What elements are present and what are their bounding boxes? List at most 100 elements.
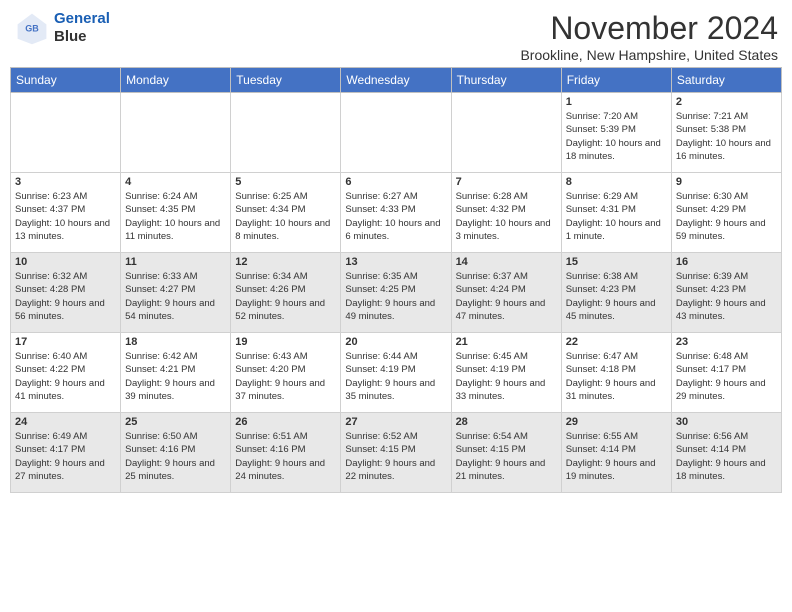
day-number: 9	[676, 176, 777, 188]
day-number: 28	[456, 416, 557, 428]
day-number: 27	[345, 416, 446, 428]
day-info: Sunrise: 6:27 AM Sunset: 4:33 PM Dayligh…	[345, 190, 446, 243]
day-number: 26	[235, 416, 336, 428]
week-row-2: 3Sunrise: 6:23 AM Sunset: 4:37 PM Daylig…	[11, 173, 782, 253]
day-cell-19: 19Sunrise: 6:43 AM Sunset: 4:20 PM Dayli…	[231, 333, 341, 413]
day-cell-17: 17 Sunrise: 6:40 AM Sunset: 4:22 PM Dayli…	[11, 333, 121, 413]
day-info: Sunrise: 6:55 AM Sunset: 4:14 PM Dayligh…	[566, 430, 667, 483]
day-cell-29: 29 Sunrise: 6:55 AM Sunset: 4:14 PM Dayli…	[561, 413, 671, 493]
day-cell-12: 12 Sunrise: 6:34 AM Sunset: 4:26 PM Dayli…	[231, 253, 341, 333]
empty-cell	[231, 93, 341, 173]
day-info: Sunrise: 7:20 AM Sunset: 5:39 PM Dayligh…	[566, 110, 667, 163]
title-block: November 2024 Brookline, New Hampshire, …	[520, 10, 778, 63]
day-info: Sunrise: 6:24 AM Sunset: 4:35 PM Dayligh…	[125, 190, 226, 243]
day-info: Sunrise: 6:50 AM Sunset: 4:16 PM Dayligh…	[125, 430, 226, 483]
day-cell-27: 27 Sunrise: 6:52 AM Sunset: 4:15 PM Dayli…	[341, 413, 451, 493]
logo-icon: GB	[14, 10, 50, 46]
empty-cell	[11, 93, 121, 173]
day-cell-9: 9 Sunrise: 6:30 AM Sunset: 4:29 PM Daylig…	[671, 173, 781, 253]
empty-cell	[341, 93, 451, 173]
header-row: SundayMondayTuesdayWednesdayThursdayFrid…	[11, 68, 782, 93]
day-info: Sunrise: 6:29 AM Sunset: 4:31 PM Dayligh…	[566, 190, 667, 243]
day-header-monday: Monday	[121, 68, 231, 93]
day-number: 22	[566, 336, 667, 348]
day-number: 7	[456, 176, 557, 188]
day-number: 1	[566, 96, 667, 108]
day-number: 6	[345, 176, 446, 188]
day-number: 25	[125, 416, 226, 428]
day-cell-1: 1 Sunrise: 7:20 AM Sunset: 5:39 PM Daylig…	[561, 93, 671, 173]
day-number: 11	[125, 256, 226, 268]
logo: GB General Blue	[14, 10, 110, 46]
day-header-thursday: Thursday	[451, 68, 561, 93]
day-cell-21: 21 Sunrise: 6:45 AM Sunset: 4:19 PM Dayli…	[451, 333, 561, 413]
day-info: Sunrise: 6:43 AM Sunset: 4:20 PM Dayligh…	[235, 350, 336, 403]
day-info: Sunrise: 6:32 AM Sunset: 4:28 PM Dayligh…	[15, 270, 116, 323]
day-number: 5	[235, 176, 336, 188]
day-info: Sunrise: 6:34 AM Sunset: 4:26 PM Dayligh…	[235, 270, 336, 323]
day-number: 8	[566, 176, 667, 188]
day-cell-10: 10 Sunrise: 6:32 AM Sunset: 4:28 PM Dayli…	[11, 253, 121, 333]
day-number: 3	[15, 176, 116, 188]
week-row-1: 1 Sunrise: 7:20 AM Sunset: 5:39 PM Daylig…	[11, 93, 782, 173]
day-header-sunday: Sunday	[11, 68, 121, 93]
day-cell-7: 7 Sunrise: 6:28 AM Sunset: 4:32 PM Daylig…	[451, 173, 561, 253]
day-cell-3: 3Sunrise: 6:23 AM Sunset: 4:37 PM Daylig…	[11, 173, 121, 253]
week-row-4: 17 Sunrise: 6:40 AM Sunset: 4:22 PM Dayli…	[11, 333, 782, 413]
logo-text: General Blue	[54, 10, 110, 46]
day-number: 14	[456, 256, 557, 268]
day-cell-24: 24Sunrise: 6:49 AM Sunset: 4:17 PM Dayli…	[11, 413, 121, 493]
day-info: Sunrise: 6:47 AM Sunset: 4:18 PM Dayligh…	[566, 350, 667, 403]
day-cell-22: 22 Sunrise: 6:47 AM Sunset: 4:18 PM Dayli…	[561, 333, 671, 413]
day-info: Sunrise: 6:44 AM Sunset: 4:19 PM Dayligh…	[345, 350, 446, 403]
day-number: 18	[125, 336, 226, 348]
day-info: Sunrise: 6:28 AM Sunset: 4:32 PM Dayligh…	[456, 190, 557, 243]
day-cell-30: 30 Sunrise: 6:56 AM Sunset: 4:14 PM Dayli…	[671, 413, 781, 493]
day-number: 17	[15, 336, 116, 348]
svg-text:GB: GB	[25, 24, 39, 34]
day-info: Sunrise: 6:25 AM Sunset: 4:34 PM Dayligh…	[235, 190, 336, 243]
calendar-table: SundayMondayTuesdayWednesdayThursdayFrid…	[10, 67, 782, 493]
day-info: Sunrise: 6:56 AM Sunset: 4:14 PM Dayligh…	[676, 430, 777, 483]
day-number: 21	[456, 336, 557, 348]
day-info: Sunrise: 6:54 AM Sunset: 4:15 PM Dayligh…	[456, 430, 557, 483]
empty-cell	[451, 93, 561, 173]
day-info: Sunrise: 6:37 AM Sunset: 4:24 PM Dayligh…	[456, 270, 557, 323]
day-cell-14: 14 Sunrise: 6:37 AM Sunset: 4:24 PM Dayli…	[451, 253, 561, 333]
day-info: Sunrise: 6:48 AM Sunset: 4:17 PM Dayligh…	[676, 350, 777, 403]
day-info: Sunrise: 6:39 AM Sunset: 4:23 PM Dayligh…	[676, 270, 777, 323]
day-cell-20: 20 Sunrise: 6:44 AM Sunset: 4:19 PM Dayli…	[341, 333, 451, 413]
day-number: 2	[676, 96, 777, 108]
day-number: 24	[15, 416, 116, 428]
day-cell-16: 16Sunrise: 6:39 AM Sunset: 4:23 PM Dayli…	[671, 253, 781, 333]
day-info: Sunrise: 6:40 AM Sunset: 4:22 PM Dayligh…	[15, 350, 116, 403]
day-cell-2: 2Sunrise: 7:21 AM Sunset: 5:38 PM Daylig…	[671, 93, 781, 173]
day-number: 29	[566, 416, 667, 428]
day-number: 10	[15, 256, 116, 268]
day-number: 20	[345, 336, 446, 348]
empty-cell	[121, 93, 231, 173]
day-info: Sunrise: 6:33 AM Sunset: 4:27 PM Dayligh…	[125, 270, 226, 323]
day-info: Sunrise: 6:45 AM Sunset: 4:19 PM Dayligh…	[456, 350, 557, 403]
day-number: 4	[125, 176, 226, 188]
day-info: Sunrise: 6:35 AM Sunset: 4:25 PM Dayligh…	[345, 270, 446, 323]
day-cell-6: 6 Sunrise: 6:27 AM Sunset: 4:33 PM Daylig…	[341, 173, 451, 253]
day-cell-15: 15Sunrise: 6:38 AM Sunset: 4:23 PM Dayli…	[561, 253, 671, 333]
day-number: 12	[235, 256, 336, 268]
day-cell-11: 11 Sunrise: 6:33 AM Sunset: 4:27 PM Dayli…	[121, 253, 231, 333]
day-cell-13: 13 Sunrise: 6:35 AM Sunset: 4:25 PM Dayli…	[341, 253, 451, 333]
day-header-tuesday: Tuesday	[231, 68, 341, 93]
day-cell-28: 28 Sunrise: 6:54 AM Sunset: 4:15 PM Dayli…	[451, 413, 561, 493]
day-number: 13	[345, 256, 446, 268]
day-number: 15	[566, 256, 667, 268]
week-row-3: 10 Sunrise: 6:32 AM Sunset: 4:28 PM Dayli…	[11, 253, 782, 333]
day-number: 30	[676, 416, 777, 428]
day-header-friday: Friday	[561, 68, 671, 93]
day-info: Sunrise: 6:42 AM Sunset: 4:21 PM Dayligh…	[125, 350, 226, 403]
day-info: Sunrise: 6:30 AM Sunset: 4:29 PM Dayligh…	[676, 190, 777, 243]
day-cell-4: 4 Sunrise: 6:24 AM Sunset: 4:35 PM Daylig…	[121, 173, 231, 253]
day-header-wednesday: Wednesday	[341, 68, 451, 93]
day-header-saturday: Saturday	[671, 68, 781, 93]
day-info: Sunrise: 6:52 AM Sunset: 4:15 PM Dayligh…	[345, 430, 446, 483]
day-info: Sunrise: 6:51 AM Sunset: 4:16 PM Dayligh…	[235, 430, 336, 483]
